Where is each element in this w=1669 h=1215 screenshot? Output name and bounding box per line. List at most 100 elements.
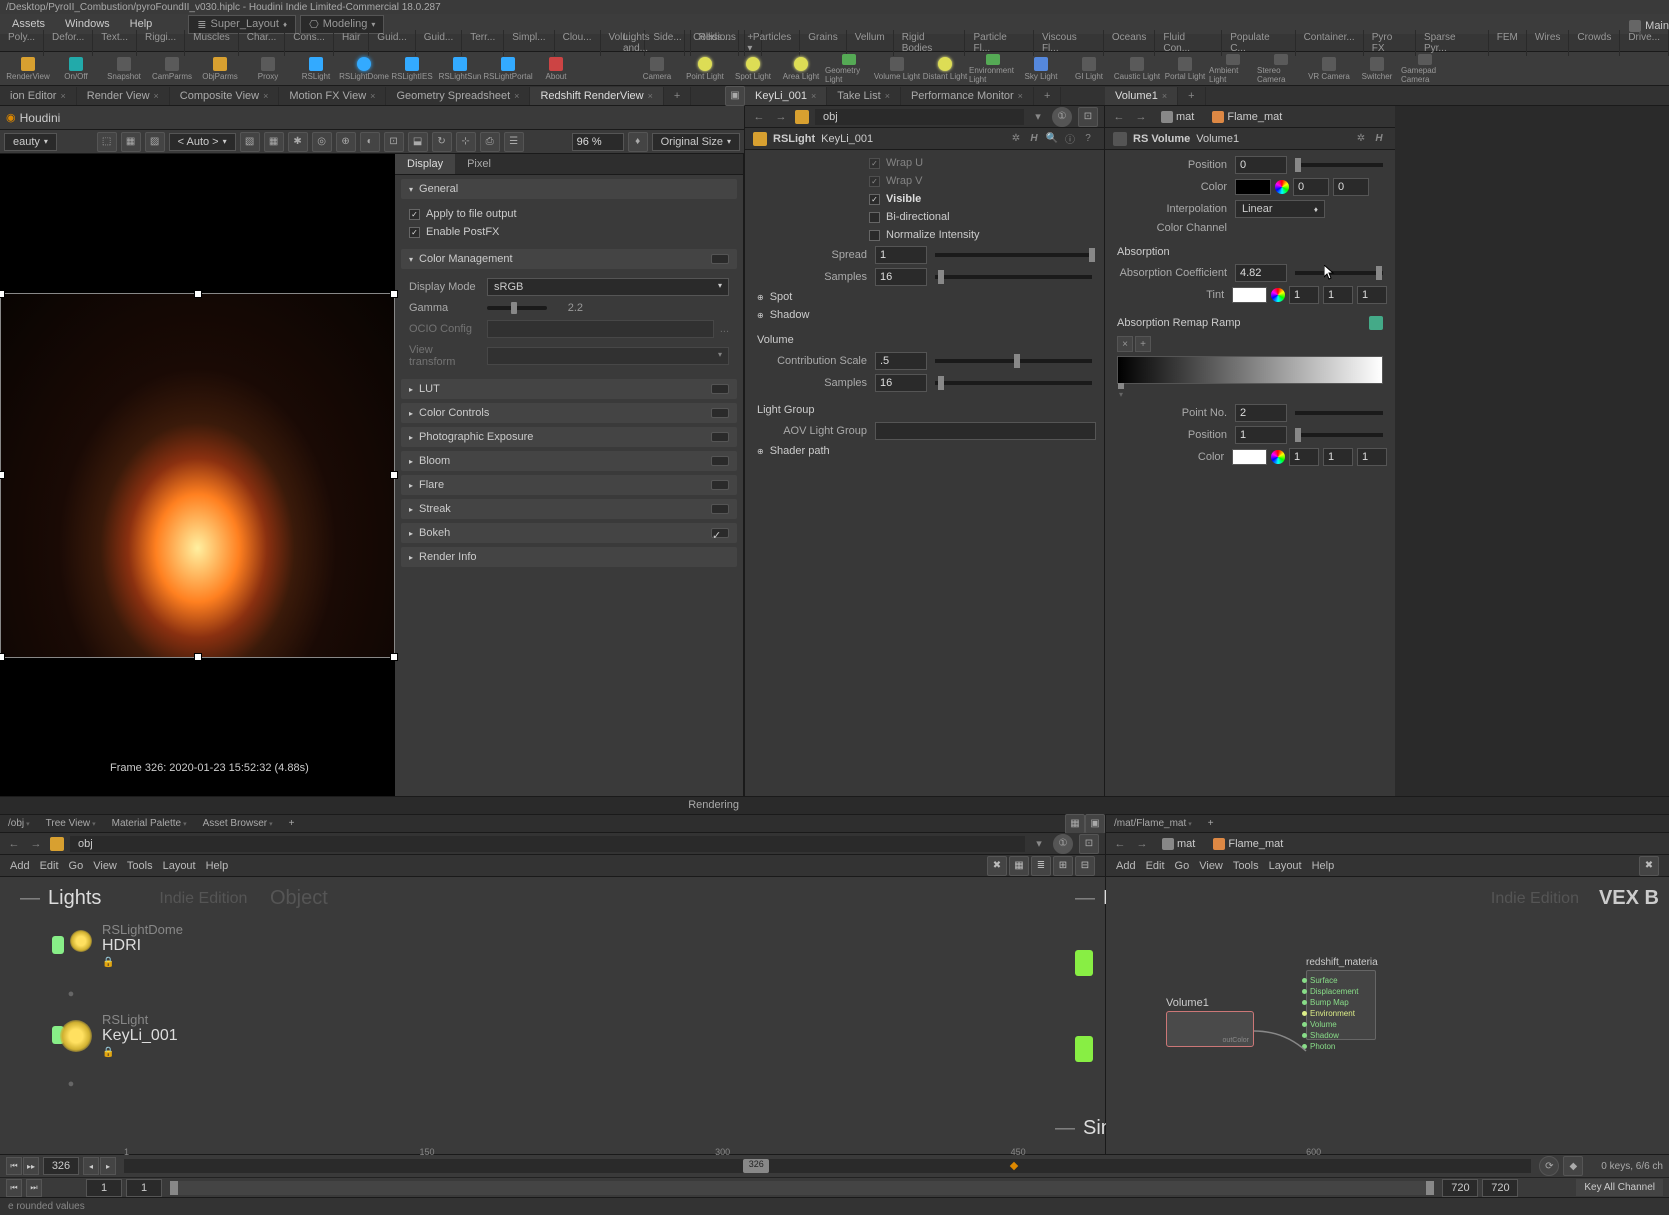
pane-tab-plus[interactable]: +: [664, 87, 691, 105]
interp-dropdown[interactable]: Linear♦: [1235, 200, 1325, 218]
shelf-btn-volumelight[interactable]: Volume Light: [873, 54, 921, 84]
shelf-btn-spotlight[interactable]: Spot Light: [729, 54, 777, 84]
net-tool-icon[interactable]: ▦: [1009, 856, 1029, 876]
net-tool-icon[interactable]: ✖: [1639, 856, 1659, 876]
position-field[interactable]: [1235, 156, 1287, 174]
zoom-step-icon[interactable]: ♦: [628, 132, 648, 152]
shelf-tab[interactable]: Riggi...: [137, 30, 185, 56]
shelf-btn-snapshot[interactable]: Snapshot: [100, 54, 148, 84]
shelf-btn-distantlight[interactable]: Distant Light: [921, 54, 969, 84]
section-toggle[interactable]: [711, 504, 729, 514]
pane-tab[interactable]: Performance Monitor×: [901, 87, 1034, 105]
frame-marker[interactable]: 326: [743, 1159, 769, 1173]
color-swatch[interactable]: [1235, 179, 1271, 195]
toolbar-btn[interactable]: ⬚: [97, 132, 117, 152]
net-tab[interactable]: Asset Browser▾: [195, 816, 281, 831]
shelf-tab[interactable]: Lights and...: [615, 30, 685, 56]
color2-g-field[interactable]: [1323, 448, 1353, 466]
keyall-button[interactable]: Key All Channel: [1576, 1179, 1663, 1196]
h-icon[interactable]: H: [1026, 131, 1042, 147]
breadcrumb-flame[interactable]: Flame_mat: [1206, 109, 1288, 125]
shelf-tab[interactable]: Fluid Con...: [1155, 30, 1222, 56]
ramp-gradient[interactable]: [1117, 356, 1383, 384]
toolbar-btn[interactable]: ⊹: [456, 132, 476, 152]
net-menu-tools[interactable]: Tools: [1233, 860, 1259, 872]
checkbox-apply[interactable]: [409, 209, 420, 220]
shelf-btn-rslightportal[interactable]: RSLightPortal: [484, 54, 532, 84]
h-icon[interactable]: H: [1371, 131, 1387, 147]
help-icon[interactable]: ?: [1080, 131, 1096, 147]
samples-slider[interactable]: [935, 275, 1092, 279]
pin-icon[interactable]: [795, 110, 809, 124]
range-end2-field[interactable]: [1482, 1179, 1518, 1197]
shelf-tab[interactable]: Hair: [334, 30, 369, 56]
section-lut[interactable]: LUT: [401, 379, 737, 399]
net-menu-add[interactable]: Add: [10, 860, 30, 872]
caret-icon[interactable]: ⊕: [757, 447, 764, 456]
aov-dropdown[interactable]: eauty ▾: [4, 133, 57, 151]
toolbar-btn[interactable]: ⬓: [408, 132, 428, 152]
net-tab-plus[interactable]: +: [281, 816, 303, 831]
shelf-btn-skylight[interactable]: Sky Light: [1017, 54, 1065, 84]
network-canvas-mat[interactable]: Indie Edition VEX B Volume1 outColor red…: [1106, 877, 1669, 1154]
shelf-btn-portallight[interactable]: Portal Light: [1161, 54, 1209, 84]
shelf-tab[interactable]: Muscles: [185, 30, 239, 56]
path-field[interactable]: obj: [815, 109, 1024, 125]
net-menu-edit[interactable]: Edit: [40, 860, 59, 872]
shelf-tab[interactable]: Guid...: [416, 30, 462, 56]
pos2-field[interactable]: [1235, 426, 1287, 444]
shelf-btn-rslight[interactable]: RSLight: [292, 54, 340, 84]
gear-icon[interactable]: ✲: [1008, 131, 1024, 147]
out-surface[interactable]: Surface: [1302, 975, 1358, 986]
render-viewport[interactable]: Frame 326: 2020-01-23 15:52:32 (4.88s): [0, 154, 395, 796]
group-shadow[interactable]: Shadow: [770, 309, 810, 321]
shelf-tab[interactable]: Wires: [1527, 30, 1570, 56]
section-renderinfo[interactable]: Render Info: [401, 547, 737, 567]
shelf-tab[interactable]: Collisions: [685, 30, 745, 56]
pane-tab[interactable]: Take List×: [827, 87, 901, 105]
info-icon[interactable]: ⓘ: [1062, 131, 1078, 147]
pane-tool-icon[interactable]: ⊡: [1078, 107, 1098, 127]
path-field[interactable]: obj: [70, 836, 1025, 852]
checkbox-bidir[interactable]: [869, 212, 880, 223]
tint-r-field[interactable]: [1289, 286, 1319, 304]
ramp-point[interactable]: [1118, 383, 1124, 389]
shelf-btn-arealight[interactable]: Area Light: [777, 54, 825, 84]
caret-icon[interactable]: ⊕: [757, 311, 764, 320]
pane-tab[interactable]: Redshift RenderView×: [530, 87, 663, 105]
size-dropdown[interactable]: Original Size ▾: [652, 133, 740, 151]
handle[interactable]: [390, 653, 398, 661]
shelf-tab[interactable]: Cons...: [285, 30, 334, 56]
shelf-tab[interactable]: Drive...: [1620, 30, 1669, 56]
samples-field[interactable]: [875, 268, 927, 286]
shelf-tab[interactable]: Poly...: [0, 30, 44, 56]
shelf-tab[interactable]: Char...: [239, 30, 285, 56]
section-bokeh[interactable]: Bokeh✓: [401, 523, 737, 543]
shelf-tab[interactable]: Viscous Fl...: [1034, 30, 1104, 56]
camera-dropdown[interactable]: < Auto > ▾: [169, 133, 236, 151]
net-tab[interactable]: /mat/Flame_mat▾: [1106, 816, 1200, 831]
pin-icon[interactable]: [50, 837, 64, 851]
section-toggle[interactable]: [711, 480, 729, 490]
path-dropdown-icon[interactable]: ▾: [1030, 109, 1046, 125]
section-toggle[interactable]: [711, 456, 729, 466]
redshift-material-node[interactable]: redshift_materia Surface Displacement Bu…: [1306, 957, 1376, 1040]
shelf-btn-renderview[interactable]: RenderView: [4, 54, 52, 84]
tint-g-field[interactable]: [1323, 286, 1353, 304]
step-fwd-icon[interactable]: ▸: [100, 1157, 116, 1175]
color-picker-icon[interactable]: [1275, 180, 1289, 194]
ramp-caret-icon[interactable]: ▾: [1119, 390, 1123, 399]
shelf-tab[interactable]: FEM: [1489, 30, 1527, 56]
contrib-field[interactable]: [875, 352, 927, 370]
pane-maximize-icon[interactable]: ▣: [725, 86, 745, 106]
pane-tool-icon[interactable]: ⊡: [1079, 834, 1099, 854]
handle[interactable]: [0, 471, 5, 479]
ramp-popup-icon[interactable]: [1369, 316, 1383, 330]
shelf-tab[interactable]: Simpl...: [504, 30, 554, 56]
light-node[interactable]: RSLightDomeHDRI🔒: [50, 922, 247, 968]
net-tab[interactable]: Material Palette▾: [104, 816, 195, 831]
out-environment[interactable]: Environment: [1302, 1008, 1358, 1019]
toolbar-btn[interactable]: ◎: [312, 132, 332, 152]
nav-fwd-icon[interactable]: →: [773, 109, 789, 125]
toolbar-btn[interactable]: ▦: [264, 132, 284, 152]
